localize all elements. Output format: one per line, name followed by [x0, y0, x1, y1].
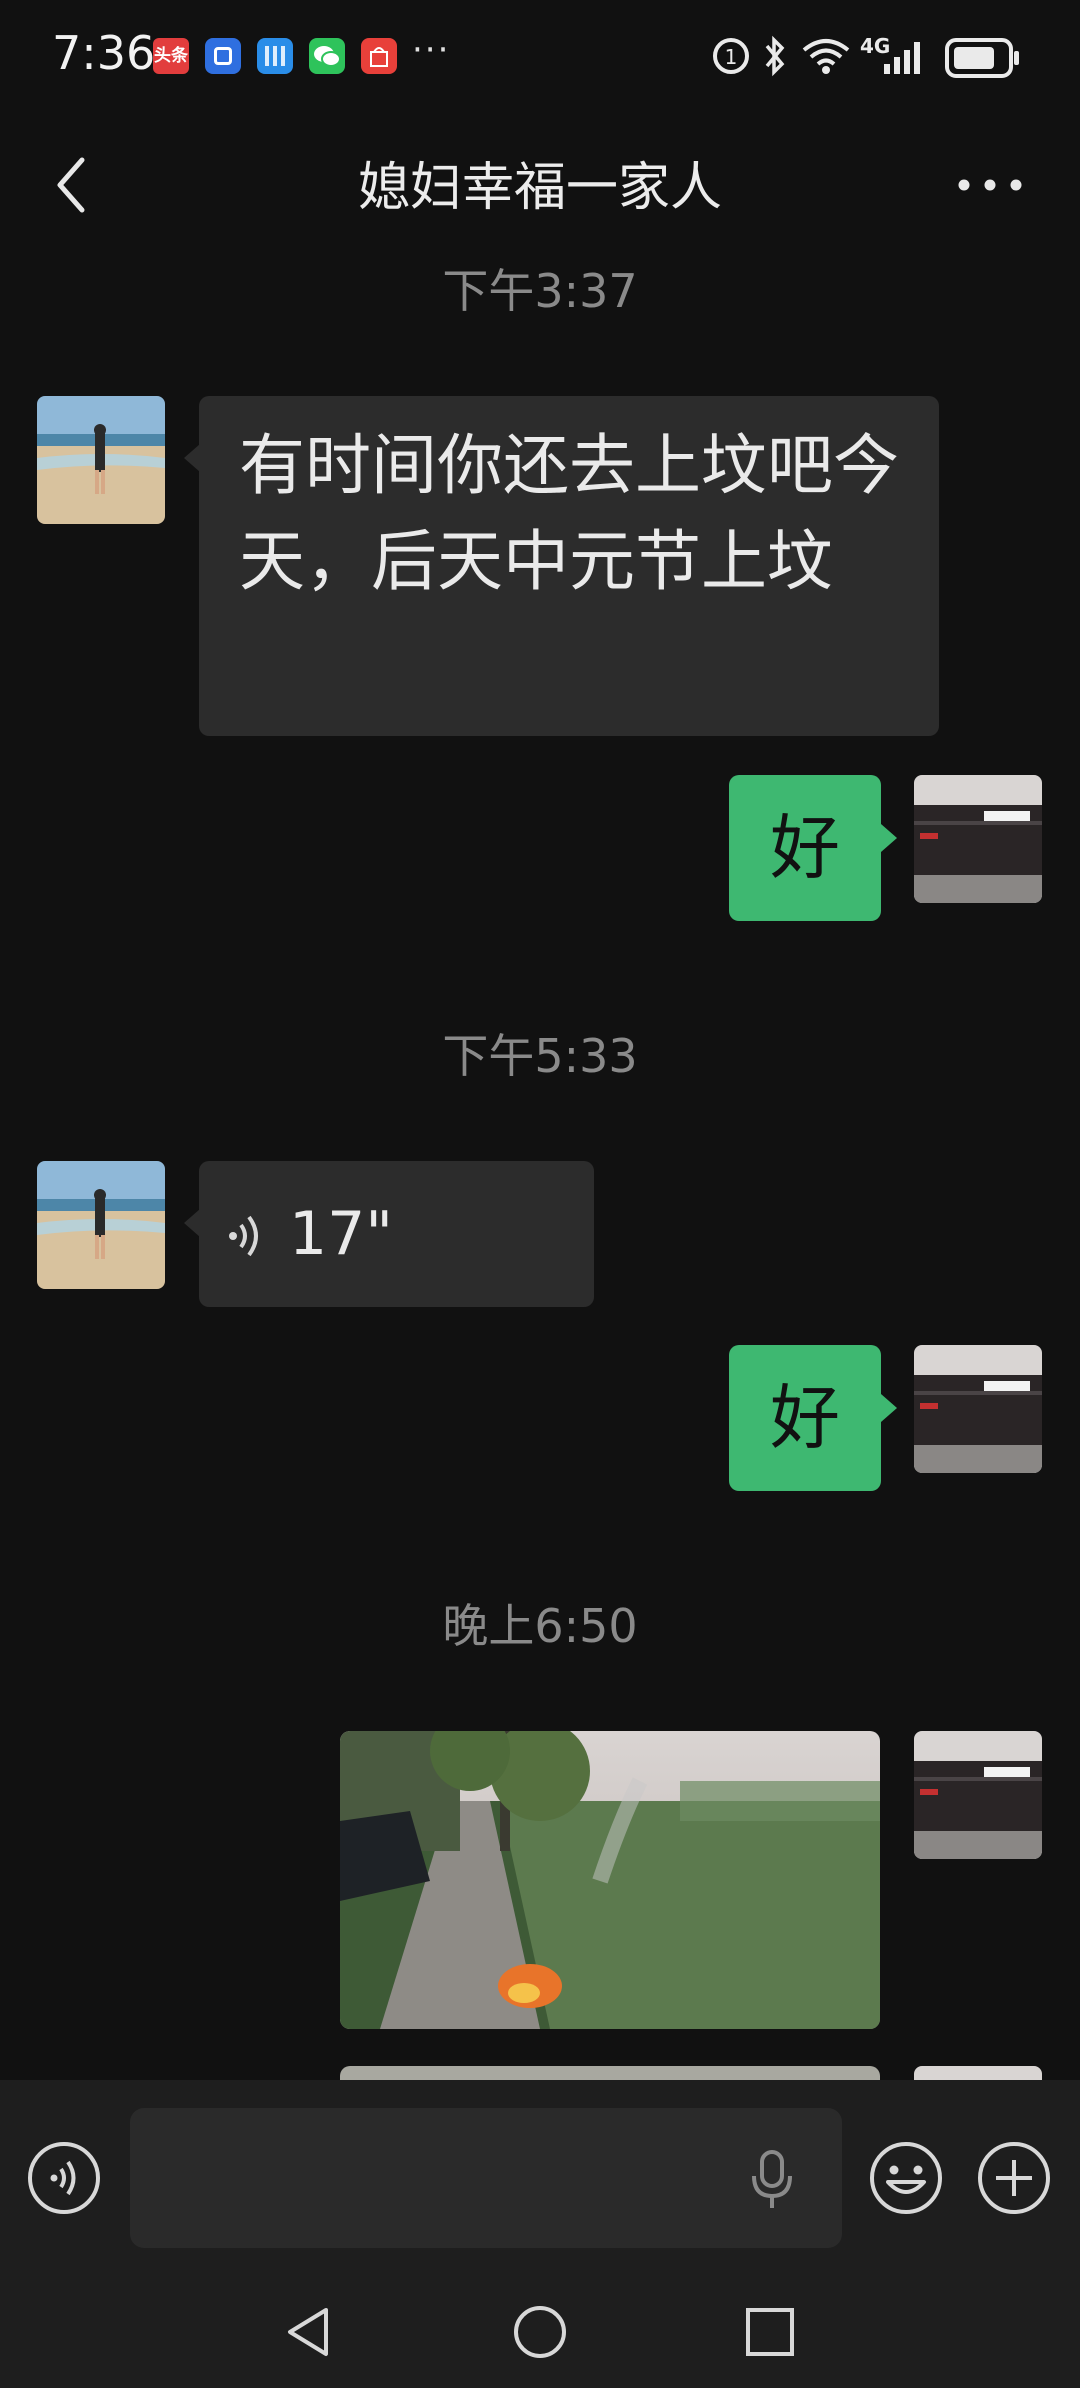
battery-icon	[945, 38, 1019, 78]
emoji-button[interactable]	[868, 2140, 944, 2216]
chat-title: 媳妇幸福一家人	[357, 158, 722, 218]
nav-home-icon[interactable]	[510, 2302, 570, 2362]
bluetooth-icon	[765, 35, 785, 77]
message-bubble-incoming[interactable]: 有时间你还去上坟吧今天，后天中元节上坟	[199, 396, 939, 736]
voice-duration: 17"	[289, 1199, 393, 1269]
contact-avatar[interactable]	[37, 396, 165, 524]
calendar-icon	[257, 38, 293, 74]
timestamp: 下午3:37	[442, 264, 638, 318]
message-text: 好	[770, 807, 840, 889]
bubble-tail	[881, 1394, 897, 1422]
huawei-icon	[361, 38, 397, 74]
contact-avatar[interactable]	[37, 1161, 165, 1289]
toutiao-icon: 头条	[153, 38, 189, 74]
message-text: 好	[770, 1377, 840, 1459]
bubble-tail	[184, 1209, 200, 1237]
timestamp: 下午5:33	[442, 1029, 638, 1083]
hd-call-icon: 1	[713, 38, 749, 74]
timestamp: 晚上6:50	[442, 1599, 638, 1653]
signal-icon	[884, 42, 920, 74]
svg-text:1: 1	[725, 45, 738, 69]
add-attachment-button[interactable]	[976, 2140, 1052, 2216]
status-time: 7:36	[52, 26, 156, 80]
message-bubble-outgoing[interactable]: 好	[729, 1345, 881, 1491]
more-notifications-icon: ···	[412, 30, 451, 70]
my-avatar[interactable]	[914, 1345, 1042, 1473]
wifi-icon	[802, 39, 850, 74]
more-options-button[interactable]	[950, 160, 1030, 210]
photo-message[interactable]	[340, 2066, 880, 2080]
photo-message[interactable]	[340, 1731, 880, 2029]
bubble-tail	[881, 824, 897, 852]
nav-recents-icon[interactable]	[740, 2302, 800, 2362]
voice-wave-icon	[229, 1215, 258, 1257]
voice-message-bubble[interactable]: 17"	[199, 1161, 594, 1307]
wallet-icon	[205, 38, 241, 74]
wechat-icon	[309, 38, 345, 74]
voice-input-button[interactable]	[26, 2140, 102, 2216]
bubble-tail	[184, 444, 200, 472]
my-avatar[interactable]	[914, 775, 1042, 903]
message-input[interactable]	[130, 2108, 842, 2248]
my-avatar[interactable]	[914, 1731, 1042, 1859]
my-avatar[interactable]	[914, 2066, 1042, 2080]
message-bubble-outgoing[interactable]: 好	[729, 775, 881, 921]
status-bar: 7:36 头条 ··· 1 4G	[0, 0, 1080, 115]
nav-back-icon[interactable]	[280, 2302, 340, 2362]
microphone-icon[interactable]	[750, 2148, 794, 2212]
message-text: 有时间你还去上坟吧今天，后天中元节上坟	[239, 427, 899, 600]
toutiao-label: 头条	[154, 46, 188, 66]
